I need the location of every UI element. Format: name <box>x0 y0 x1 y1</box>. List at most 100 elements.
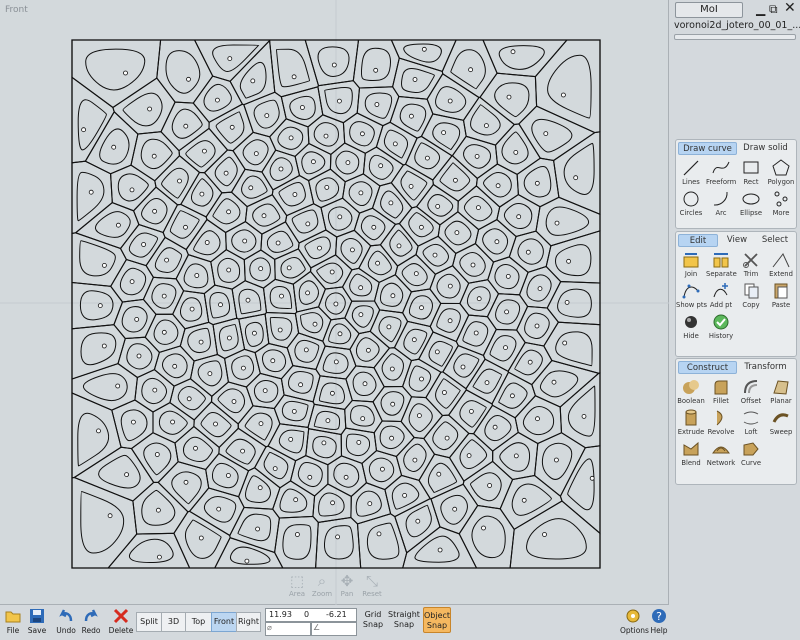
cell-point <box>227 56 233 61</box>
voronoi-cell <box>269 39 320 98</box>
grid-snap-toggle[interactable]: Grid Snap <box>360 610 386 630</box>
undo-button[interactable]: Undo <box>56 608 76 635</box>
tool-show-pts[interactable]: Show pts <box>676 281 707 310</box>
tool-history[interactable]: History <box>706 312 736 341</box>
cell-point <box>421 46 427 52</box>
tool-copy[interactable]: Copy <box>736 281 766 310</box>
cell-point <box>452 506 458 512</box>
cell-inner-curve <box>117 173 149 202</box>
tool-planar[interactable]: Planar <box>766 377 796 406</box>
coordinate-readout[interactable]: 11.93 0 -6.21 <box>265 608 357 622</box>
tool-extrude[interactable]: Extrude <box>676 408 706 437</box>
redo-button[interactable]: Redo <box>81 608 101 635</box>
cell-inner-curve <box>427 194 454 217</box>
maximize-icon[interactable]: ⧉ <box>769 2 778 17</box>
cell-point <box>312 321 318 327</box>
tool-ellipse[interactable]: Ellipse <box>736 189 766 218</box>
tool-label: Network <box>706 459 736 467</box>
cell-point <box>345 160 351 166</box>
curve-icon <box>743 442 759 456</box>
minimize-icon[interactable]: ▁ <box>756 2 765 16</box>
nav-area-button[interactable]: ⬚ Area <box>284 572 310 598</box>
view-button-3d[interactable]: 3D <box>161 612 186 632</box>
cell-inner-curve <box>498 45 545 70</box>
file-button[interactable]: File <box>4 608 22 635</box>
tab-draw-solid[interactable]: Draw solid <box>737 142 794 155</box>
tool-freeform[interactable]: Freeform <box>706 158 736 187</box>
tool-network[interactable]: Network <box>706 439 736 468</box>
tab-draw-curve[interactable]: Draw curve <box>678 142 737 155</box>
voronoi-drawing[interactable] <box>0 0 669 605</box>
nav-zoom-button[interactable]: ⌕ Zoom <box>309 572 335 598</box>
distance-field[interactable]: ⌀ <box>265 622 311 636</box>
tool-label: Rect <box>743 178 759 186</box>
delete-button[interactable]: Delete <box>108 608 134 635</box>
cell-point <box>323 133 329 139</box>
cell-point <box>432 252 438 258</box>
tool-polygon[interactable]: Polygon <box>766 158 796 187</box>
cell-inner-curve <box>245 475 272 503</box>
tool-curve[interactable]: Curve <box>736 439 766 468</box>
tool-hide[interactable]: Hide <box>676 312 706 341</box>
tab-transform[interactable]: Transform <box>737 361 794 374</box>
view-button-top[interactable]: Top <box>185 612 212 632</box>
polygon-icon <box>772 159 790 176</box>
cell-point <box>141 242 147 247</box>
tool-arc[interactable]: Arc <box>706 189 736 218</box>
cell-point <box>495 183 501 189</box>
object-snap-toggle[interactable]: Object Snap <box>423 607 451 633</box>
nav-pan-button[interactable]: ✥ Pan <box>334 572 360 598</box>
tool-add-pt[interactable]: Add pt <box>706 281 736 310</box>
save-button[interactable]: Save <box>27 608 47 635</box>
app-menu-button[interactable]: MoI <box>675 2 743 18</box>
cell-point <box>411 337 417 343</box>
cell-point <box>375 260 381 266</box>
cell-point <box>504 309 510 315</box>
tool-separate[interactable]: Separate <box>706 250 737 279</box>
tab-select[interactable]: Select <box>756 234 794 247</box>
tool-circles[interactable]: Circles <box>676 189 706 218</box>
cell-point <box>136 353 142 359</box>
cell-point <box>186 396 192 402</box>
close-icon[interactable]: ✕ <box>784 0 796 16</box>
tool-lines[interactable]: Lines <box>676 158 706 187</box>
straight-snap-toggle[interactable]: Straight Snap <box>388 610 420 630</box>
tool-loft[interactable]: Loft <box>736 408 766 437</box>
add-pt-icon <box>713 283 728 298</box>
cell-point <box>251 330 257 336</box>
view-button-split[interactable]: Split <box>136 612 162 632</box>
tool-fillet[interactable]: Fillet <box>706 377 736 406</box>
tool-blend[interactable]: Blend <box>676 439 706 468</box>
tool-paste[interactable]: Paste <box>766 281 796 310</box>
voronoi-cell <box>535 196 601 247</box>
lines-icon <box>683 160 699 176</box>
tool-rect[interactable]: Rect <box>736 158 766 187</box>
cell-point <box>415 518 421 524</box>
tab-edit[interactable]: Edit <box>678 234 718 247</box>
cell-point <box>81 127 86 133</box>
options-button[interactable]: Options <box>620 608 649 635</box>
cell-inner-curve <box>459 400 487 428</box>
cell-point <box>116 222 121 228</box>
tool-revolve[interactable]: Revolve <box>706 408 736 437</box>
tool-trim[interactable]: Trim <box>736 250 766 279</box>
help-button[interactable]: ? Help <box>650 608 668 635</box>
nav-reset-button[interactable]: ⤡ Reset <box>359 572 385 598</box>
angle-field[interactable]: ∠ <box>311 622 357 636</box>
tool-more[interactable]: More <box>766 189 796 218</box>
tab-view[interactable]: View <box>718 234 756 247</box>
tool-join[interactable]: Join <box>676 250 706 279</box>
tool-extend[interactable]: Extend <box>766 250 796 279</box>
view-button-front[interactable]: Front <box>211 612 237 632</box>
view-button-right[interactable]: Right <box>236 612 261 632</box>
tool-offset[interactable]: Offset <box>736 377 766 406</box>
cell-point <box>270 358 276 364</box>
cell-point <box>134 316 140 322</box>
tool-boolean[interactable]: Boolean <box>676 377 706 406</box>
tab-construct[interactable]: Construct <box>678 361 737 374</box>
angle-icon: ∠ <box>313 623 321 632</box>
viewport-front[interactable]: Front ⬚ Area ⌕ Zoom ✥ Pan ⤡ Reset <box>0 0 669 605</box>
cell-point <box>481 525 486 531</box>
tool-sweep[interactable]: Sweep <box>766 408 796 437</box>
cell-point <box>245 297 251 303</box>
